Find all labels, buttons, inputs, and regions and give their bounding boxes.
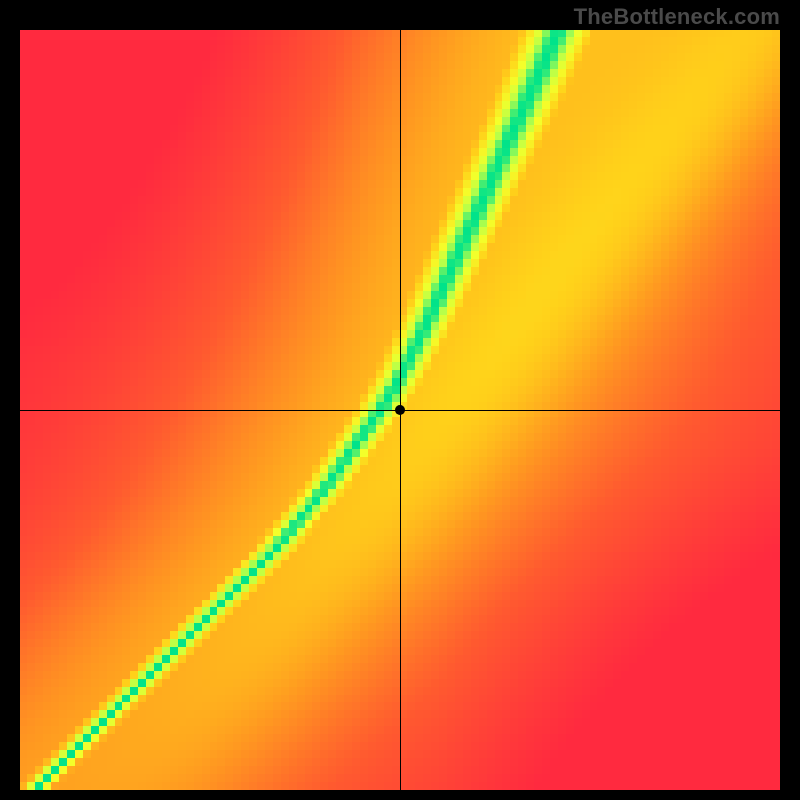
chart-frame: TheBottleneck.com	[0, 0, 800, 800]
watermark-text: TheBottleneck.com	[574, 4, 780, 30]
bottleneck-heatmap	[20, 30, 780, 790]
